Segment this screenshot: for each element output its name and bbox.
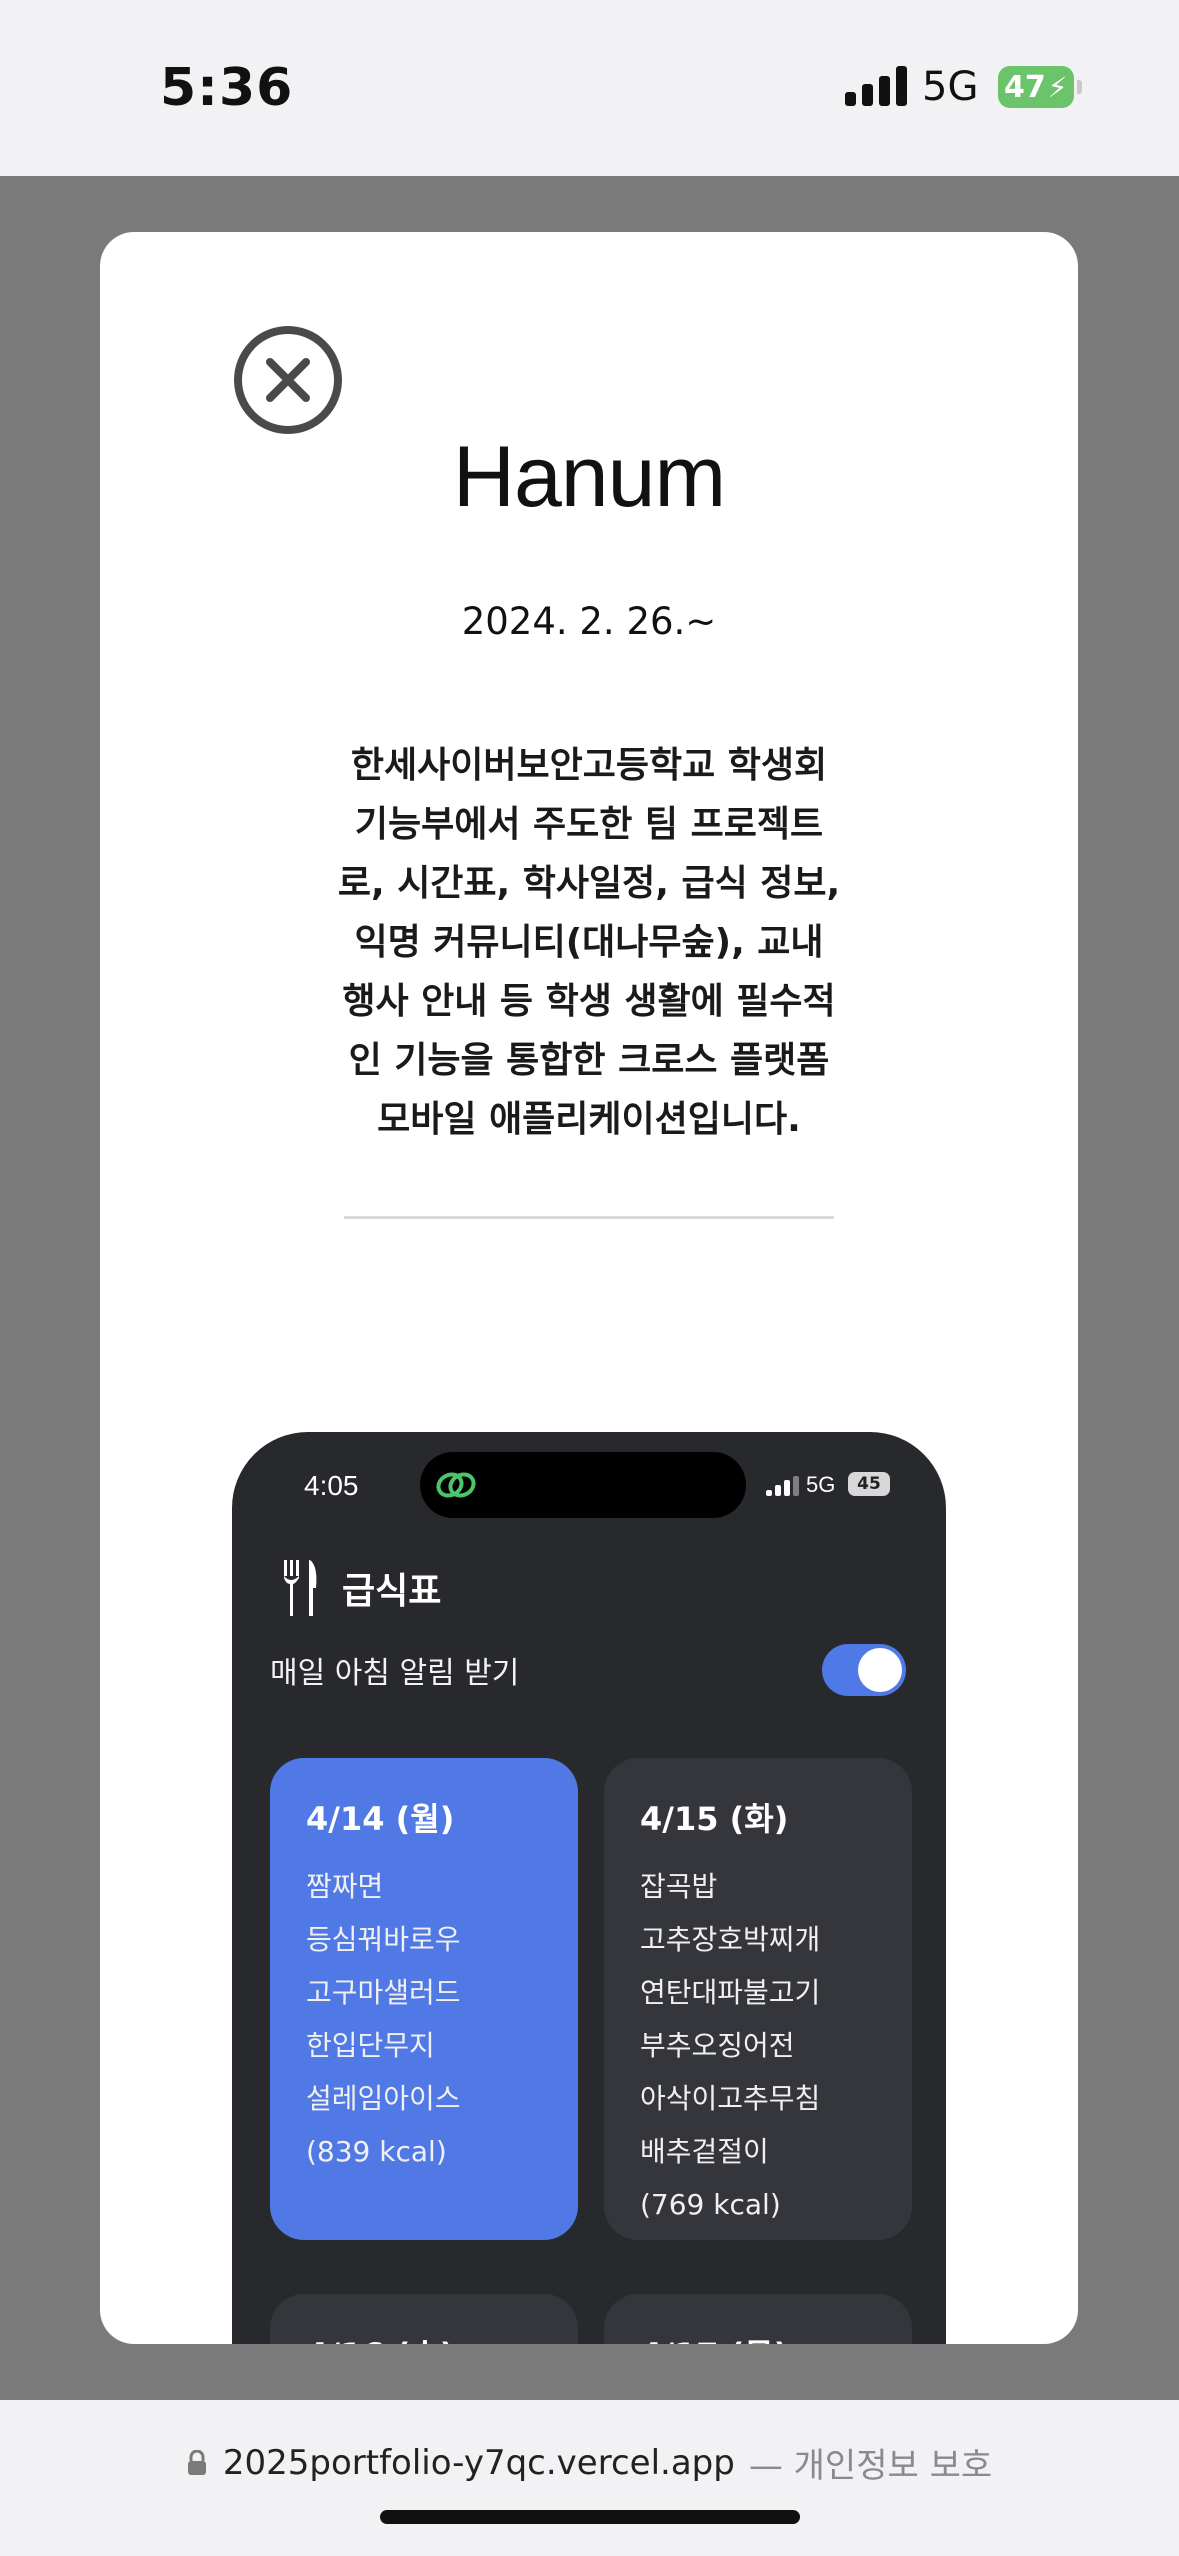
- description-line: 기능부에서 주도한 팀 프로젝트: [354, 804, 824, 845]
- network-type: 5G: [922, 64, 979, 110]
- screen-header: 급식표: [280, 1560, 441, 1616]
- menu-item: 연탄대파불고기: [640, 1976, 821, 2009]
- app-screenshot: 4:05 5G 45 급식표 매일 아침 알림 받기 4/14 (월) 짬짜면 …: [232, 1432, 946, 2344]
- description-line: 인 기능을 통합한 크로스 플랫폼: [348, 1040, 830, 1081]
- description-line: 익명 커뮤니티(대나무숲), 교내: [354, 922, 824, 963]
- meal-card[interactable]: 4/14 (월) 짬짜면 등심꿔바로우 고구마샐러드 한입단무지 설레임아이스 …: [270, 1758, 578, 2240]
- dynamic-island: [420, 1452, 746, 1518]
- charging-icon: ⚡: [1047, 70, 1068, 104]
- privacy-label: — 개인정보 보호: [748, 2446, 993, 2486]
- phone-signal-icon: [766, 1476, 800, 1496]
- menu-item: 잡곡밥: [640, 1870, 718, 1903]
- project-date: 2024. 2. 26.~: [461, 600, 717, 643]
- address-bar[interactable]: 2025portfolio-y7qc.vercel.app — 개인정보 보호: [0, 2438, 1179, 2487]
- meal-date: 4/17 (목): [640, 2330, 876, 2344]
- close-button[interactable]: [234, 326, 342, 434]
- signal-icon: [845, 66, 907, 106]
- utensils-icon: [284, 1560, 317, 1616]
- description-line: 모바일 애플리케이션입니다.: [377, 1099, 801, 1140]
- project-description: 한세사이버보안고등학교 학생회 기능부에서 주도한 팀 프로젝트 로, 시간표,…: [330, 736, 848, 1149]
- menu-item: 부추오징어전: [640, 2029, 795, 2062]
- menu-item: 등심꿔바로우: [306, 1923, 461, 1956]
- lock-icon: [187, 2449, 206, 2475]
- menu-item: 배추겉절이: [640, 2135, 769, 2168]
- url-text: 2025portfolio-y7qc.vercel.app: [222, 2442, 735, 2483]
- phone-battery-level: 45: [857, 1474, 881, 1494]
- link-icon: [436, 1472, 476, 1498]
- phone-clock: 4:05: [304, 1470, 359, 1501]
- browser-bottom-bar: 2025portfolio-y7qc.vercel.app — 개인정보 보호: [0, 2400, 1179, 2556]
- menu-item: (839 kcal): [306, 2135, 447, 2168]
- phone-battery-icon: 45: [848, 1472, 890, 1496]
- battery-icon: 47 ⚡: [998, 66, 1082, 108]
- menu-item: (769 kcal): [640, 2188, 781, 2221]
- screen-title: 급식표: [342, 1571, 442, 1612]
- menu-item: 짬짜면: [306, 1870, 384, 1903]
- menu-item: 고구마샐러드: [306, 1976, 461, 2009]
- meal-card[interactable]: 4/15 (화) 잡곡밥 고추장호박찌개 연탄대파불고기 부추오징어전 아삭이고…: [604, 1758, 912, 2240]
- battery-level: 47: [1004, 69, 1046, 105]
- description-line: 한세사이버보안고등학교 학생회: [350, 745, 828, 786]
- menu-item: 아삭이고추무침: [640, 2082, 821, 2115]
- menu-item: 고추장호박찌개: [640, 1923, 821, 1956]
- os-status-bar: 5:36 5G 47 ⚡: [0, 0, 1179, 176]
- menu-item: 한입단무지: [306, 2029, 435, 2062]
- phone-network: 5G: [806, 1472, 836, 1497]
- project-title: Hanum: [452, 429, 726, 525]
- project-modal: Hanum 2024. 2. 26.~ 한세사이버보안고등학교 학생회 기능부에…: [100, 232, 1078, 2344]
- clock: 5:36: [160, 58, 294, 118]
- meal-date: 4/16 (수): [306, 2330, 542, 2344]
- description-line: 로, 시간표, 학사일정, 급식 정보,: [337, 863, 841, 904]
- alarm-toggle[interactable]: [822, 1644, 906, 1696]
- meal-card[interactable]: 4/16 (수): [270, 2294, 578, 2344]
- description-line: 행사 안내 등 학생 생활에 필수적: [342, 981, 836, 1022]
- meal-date: 4/15 (화): [640, 1800, 789, 1838]
- divider: [344, 1216, 834, 1219]
- close-icon: [266, 358, 310, 402]
- alarm-label: 매일 아침 알림 받기: [270, 1656, 520, 1691]
- menu-item: 설레임아이스: [306, 2082, 461, 2115]
- meal-date: 4/14 (월): [306, 1800, 455, 1838]
- meal-card[interactable]: 4/17 (목): [604, 2294, 912, 2344]
- home-indicator[interactable]: [380, 2510, 800, 2524]
